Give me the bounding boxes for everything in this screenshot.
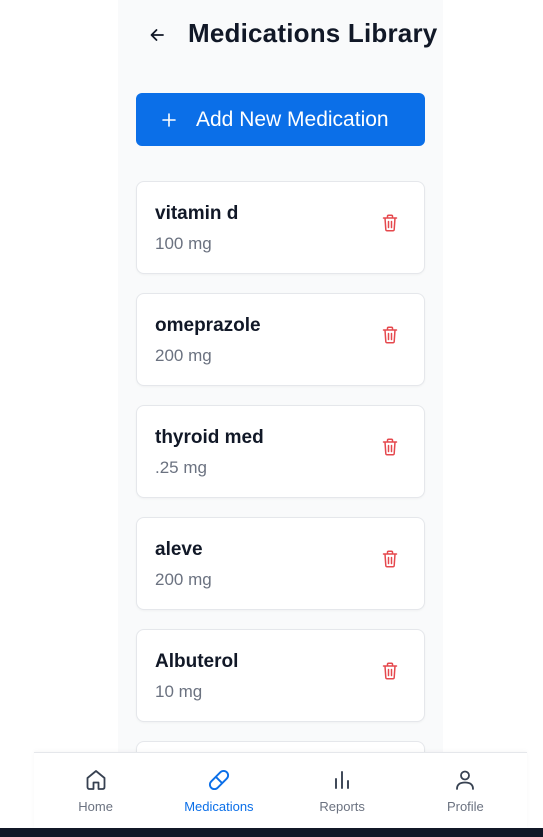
- delete-button[interactable]: [380, 436, 400, 458]
- delete-button[interactable]: [380, 324, 400, 346]
- add-medication-label: Add New Medication: [196, 107, 389, 131]
- medication-card[interactable]: thyroid med .25 mg: [136, 405, 425, 498]
- delete-button[interactable]: [380, 660, 400, 682]
- bottom-tab-bar: Home Medications Reports Profile: [34, 752, 527, 828]
- medication-name: vitamin d: [155, 203, 239, 224]
- add-medication-button[interactable]: Add New Medication: [136, 93, 425, 146]
- tab-home[interactable]: Home: [34, 753, 157, 828]
- bar-chart-icon: [335, 771, 350, 789]
- trash-icon: [382, 438, 398, 456]
- home-icon: [86, 770, 106, 790]
- arrow-left-icon: [150, 29, 164, 41]
- medication-name: thyroid med: [155, 427, 264, 448]
- page-title: Medications Library: [188, 18, 438, 48]
- tab-profile[interactable]: Profile: [404, 753, 527, 828]
- medication-card[interactable]: vitamin d 100 mg: [136, 181, 425, 274]
- medication-card[interactable]: Albuterol 10 mg: [136, 629, 425, 722]
- medication-card[interactable]: omeprazole 200 mg: [136, 293, 425, 386]
- tab-label: Medications: [184, 799, 254, 814]
- plus-icon: [162, 112, 176, 127]
- medication-dose: 200 mg: [155, 570, 212, 589]
- user-icon: [456, 770, 475, 790]
- back-button[interactable]: [142, 20, 172, 50]
- medication-name: Albuterol: [155, 651, 239, 672]
- tab-label: Reports: [319, 799, 365, 814]
- medication-card[interactable]: aleve 200 mg: [136, 517, 425, 610]
- medications-screen: Medications Library Add New Medication v…: [118, 0, 443, 837]
- medication-dose: 10 mg: [155, 682, 203, 701]
- medication-dose: .25 mg: [155, 458, 207, 477]
- tab-label: Profile: [446, 799, 484, 814]
- home-indicator-bar: [0, 828, 543, 837]
- trash-icon: [382, 550, 398, 568]
- trash-icon: [382, 326, 398, 344]
- header: Medications Library: [118, 0, 443, 72]
- tab-medications[interactable]: Medications: [157, 753, 280, 828]
- pill-icon: [208, 769, 229, 791]
- tab-label: Home: [78, 799, 113, 814]
- medication-name: aleve: [155, 539, 203, 560]
- medication-dose: 200 mg: [155, 346, 212, 365]
- medication-name: omeprazole: [155, 315, 261, 336]
- tab-reports[interactable]: Reports: [281, 753, 404, 828]
- trash-icon: [382, 214, 398, 232]
- delete-button[interactable]: [380, 548, 400, 570]
- trash-icon: [382, 662, 398, 680]
- medication-dose: 100 mg: [155, 234, 212, 253]
- delete-button[interactable]: [380, 212, 400, 234]
